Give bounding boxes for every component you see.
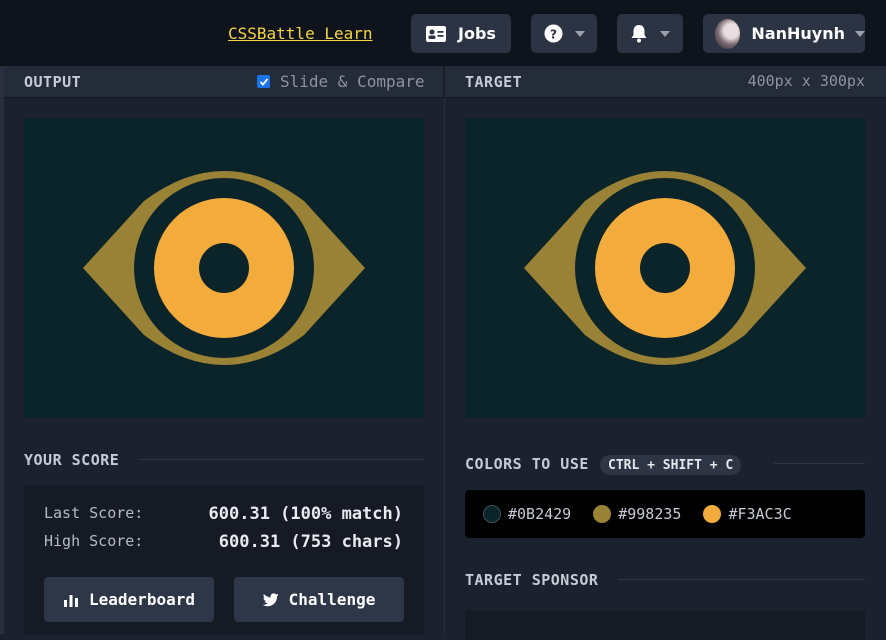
slide-compare-label: Slide & Compare [280,72,425,91]
output-header: OUTPUT Slide & Compare [0,66,444,98]
last-score-label: Last Score: [44,504,144,522]
leaderboard-label: Leaderboard [89,590,195,609]
color-swatch[interactable]: #0B2429 [483,505,571,523]
challenge-label: Challenge [288,590,376,609]
swatch-circle [703,505,722,523]
checkmark-icon [259,77,268,86]
color-swatch[interactable]: #998235 [593,505,681,523]
sponsor-box [465,610,865,640]
eye-shape-output [83,171,365,365]
color-code: #998235 [618,505,682,523]
jobs-button[interactable]: Jobs [411,14,511,53]
leaderboard-button[interactable]: Leaderboard [44,577,214,622]
chevron-down-icon [660,30,670,37]
section-rule [618,579,865,580]
section-rule [774,463,865,464]
target-dimensions: 400px x 300px [747,72,865,90]
target-canvas [465,118,865,418]
target-header: TARGET 400px x 300px [445,66,886,98]
chevron-down-icon [574,30,585,37]
left-edge [0,66,4,634]
swatch-circle [593,505,612,523]
swatch-circle [483,505,501,523]
high-score-value: 600.31 (753 chars) [218,532,403,552]
notifications-button[interactable] [617,14,683,53]
chevron-down-icon [855,30,865,37]
output-canvas[interactable] [24,118,424,418]
eye-shape-target [524,171,806,365]
high-score-label: High Score: [44,532,144,550]
colors-title: COLORS TO USE [465,455,589,473]
last-score-value: 600.31 (100% match) [208,504,403,524]
learn-link[interactable]: CSSBattle Learn [228,24,373,43]
target-sponsor-title: TARGET SPONSOR [465,571,599,589]
panel-divider[interactable] [444,98,445,634]
target-title: TARGET [465,72,523,91]
color-palette: #0B2429 #998235 #F3AC3C [465,490,865,538]
challenge-button[interactable]: Challenge [234,577,404,622]
section-rule [140,459,424,460]
top-bar: CSSBattle Learn Jobs ? NanHuynh [0,0,886,66]
color-code: #0B2429 [508,505,572,523]
color-code: #F3AC3C [728,505,792,523]
twitter-icon [262,592,279,606]
question-circle-icon: ? [543,24,563,43]
username: NanHuynh [751,24,845,43]
jobs-label: Jobs [458,24,496,43]
bar-chart-icon [64,594,79,607]
bell-icon [631,25,647,43]
your-score-title: YOUR SCORE [24,451,120,469]
slide-compare-checkbox[interactable] [257,75,270,88]
help-button[interactable]: ? [531,14,597,53]
id-card-icon [426,25,447,42]
slide-compare-toggle[interactable]: Slide & Compare [257,72,425,91]
user-menu-button[interactable]: NanHuynh [703,14,865,53]
svg-text:?: ? [549,27,556,41]
avatar [715,18,741,49]
copy-colors-shortcut: CTRL + SHIFT + C [600,455,742,475]
color-swatch[interactable]: #F3AC3C [703,505,792,523]
output-title: OUTPUT [24,72,82,91]
